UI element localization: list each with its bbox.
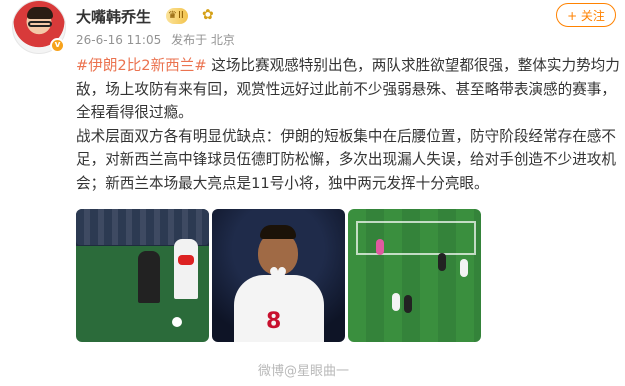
player-dark-2 — [404, 295, 412, 313]
post-source: 发布于 北京 — [171, 33, 235, 47]
heart-hands-icon: ♥ — [268, 264, 288, 289]
player-dark — [138, 251, 160, 303]
penalty-box — [356, 221, 476, 255]
avatar-hair — [27, 7, 53, 19]
follow-button[interactable]: + 关注 — [556, 3, 616, 27]
avatar-glasses — [28, 21, 52, 27]
post-image-3[interactable] — [348, 209, 481, 342]
level-badge[interactable]: ♛ II — [166, 8, 188, 24]
player-dark-1 — [438, 253, 446, 271]
medal-icon[interactable]: ✿ — [202, 7, 214, 23]
username[interactable]: 大嘴韩乔生 — [76, 6, 151, 27]
watermark: 微博@星眼曲一 — [258, 364, 350, 379]
post-time[interactable]: 26-6-16 11:05 — [76, 33, 161, 47]
post-image-2[interactable]: 8 ♥ — [212, 209, 345, 342]
jersey-number: 8 — [266, 309, 282, 334]
player-white — [174, 239, 198, 299]
crown-icon: ♛ — [168, 10, 177, 21]
player-white-2 — [392, 293, 400, 311]
post-meta: 26-6-16 11:05 发布于 北京 — [76, 31, 241, 48]
level-label: II — [177, 10, 184, 21]
verified-icon: v — [50, 38, 65, 53]
player-white-1 — [460, 259, 468, 277]
player-hair — [260, 225, 296, 239]
goalkeeper — [376, 239, 384, 255]
paragraph-2: 战术层面双方各有明显优缺点：伊朗的短板集中在后腰位置，防守阶段经常存在感不足，对… — [76, 127, 616, 192]
ball — [172, 317, 182, 327]
player-white-stripe — [178, 255, 194, 265]
hashtag-link[interactable]: #伊朗2比2新西兰# — [76, 57, 207, 74]
post-content: #伊朗2比2新西兰# 这场比赛观感特别出色，两队求胜欲望都很强，整体实力势均力敌… — [76, 54, 621, 195]
paragraph-1: #伊朗2比2新西兰# 这场比赛观感特别出色，两队求胜欲望都很强，整体实力势均力敌… — [76, 54, 621, 125]
post-image-1[interactable] — [76, 209, 209, 342]
